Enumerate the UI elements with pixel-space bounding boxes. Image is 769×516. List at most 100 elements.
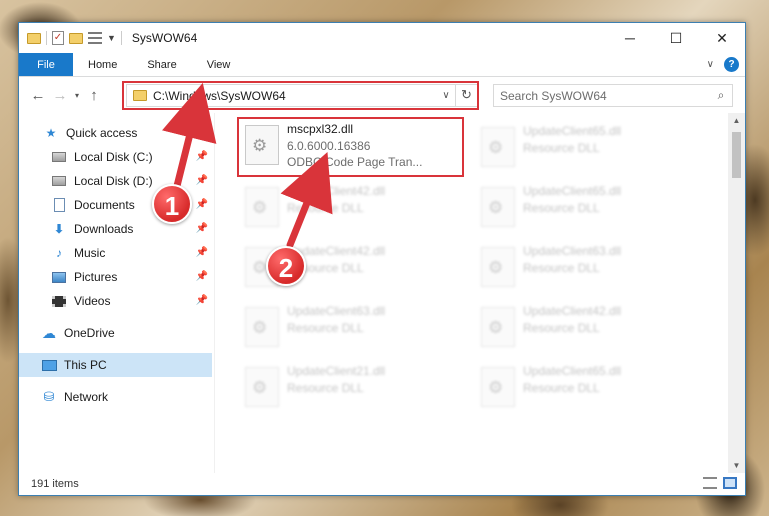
window-controls: ─ ☐ ✕ (607, 23, 745, 53)
toolbar-divider (46, 31, 47, 45)
file-type: Resource DLL (523, 261, 600, 275)
search-box[interactable]: Search SysWOW64 ⌕ (493, 84, 733, 107)
minimize-button[interactable]: ─ (607, 23, 653, 53)
sidebar-item-pictures[interactable]: Pictures 📌 (19, 265, 212, 289)
close-button[interactable]: ✕ (699, 23, 745, 53)
file-type: Resource DLL (523, 381, 600, 395)
navigation-pane: ★ Quick access Local Disk (C:) 📌 Local D… (19, 113, 214, 473)
sidebar-item-label: Local Disk (D:) (74, 174, 153, 188)
search-input[interactable]: Search SysWOW64 (500, 89, 710, 103)
file-type: Resource DLL (287, 201, 364, 215)
disk-icon (51, 174, 67, 188)
file-type: Resource DLL (523, 201, 600, 215)
file-item[interactable]: UpdateClient63.dll Resource DLL (477, 241, 707, 301)
file-type: Resource DLL (287, 381, 364, 395)
folder-icon (27, 32, 41, 44)
large-icons-view-icon[interactable] (723, 477, 737, 489)
sidebar-item-label: Music (74, 246, 106, 260)
maximize-button[interactable]: ☐ (653, 23, 699, 53)
this-pc-icon (41, 358, 57, 372)
sidebar-item-label: Pictures (74, 270, 118, 284)
toolbar-divider (120, 31, 122, 45)
dll-file-icon (245, 367, 279, 407)
file-item[interactable]: UpdateClient42.dll Resource DLL (477, 301, 707, 361)
sidebar-item-quick-access[interactable]: ★ Quick access (19, 121, 212, 145)
dll-file-icon (481, 307, 515, 347)
file-name: UpdateClient65.dll (523, 184, 622, 198)
file-item[interactable]: UpdateClient65.dll Resource DLL (477, 181, 707, 241)
expand-ribbon-icon[interactable]: ∨ (707, 59, 714, 70)
file-type: Resource DLL (523, 321, 600, 335)
file-name: UpdateClient63.dll (287, 304, 386, 318)
up-button[interactable]: ↑ (83, 87, 105, 104)
sidebar-item-label: Quick access (66, 126, 138, 140)
sidebar-item-label: Local Disk (C:) (74, 150, 153, 164)
sidebar-item-onedrive[interactable]: ☁ OneDrive (19, 321, 212, 345)
pictures-icon (51, 270, 67, 284)
forward-button[interactable]: → (49, 87, 71, 104)
pin-icon[interactable]: 📌 (196, 247, 208, 258)
window-title: SysWOW64 (131, 31, 198, 45)
back-button[interactable]: ← (27, 87, 49, 104)
pin-icon[interactable]: 📌 (196, 271, 208, 282)
file-name: UpdateClient42.dll (287, 184, 386, 198)
sidebar-item-local-disk-c[interactable]: Local Disk (C:) 📌 (19, 145, 212, 169)
pin-icon[interactable]: 📌 (196, 199, 208, 210)
sidebar-item-this-pc[interactable]: This PC (19, 353, 212, 377)
properties-icon[interactable]: ✓ (52, 31, 64, 45)
customize-list-icon[interactable] (88, 32, 102, 44)
sidebar-item-music[interactable]: ♪ Music 📌 (19, 241, 212, 265)
ribbon-controls: ∨ ? (707, 57, 739, 72)
step-2-badge: 2 (266, 246, 306, 286)
dll-file-icon (481, 247, 515, 287)
pin-icon[interactable]: 📌 (196, 175, 208, 186)
scroll-thumb[interactable] (732, 132, 741, 178)
disk-icon (51, 150, 67, 164)
pane-divider (214, 113, 215, 473)
pin-icon[interactable]: 📌 (196, 151, 208, 162)
file-item[interactable]: UpdateClient63.dll Resource DLL (241, 301, 471, 361)
vertical-scrollbar[interactable]: ▲ ▼ (728, 113, 745, 473)
title-bar: ✓ ▼ SysWOW64 ─ ☐ ✕ (19, 23, 745, 53)
new-folder-icon[interactable] (69, 32, 83, 44)
dll-file-icon (245, 307, 279, 347)
pin-icon[interactable]: 📌 (196, 295, 208, 306)
file-name: UpdateClient63.dll (523, 244, 622, 258)
search-icon[interactable]: ⌕ (710, 88, 732, 103)
scroll-down-icon[interactable]: ▼ (728, 458, 745, 473)
sidebar-item-label: Network (64, 390, 109, 404)
downloads-icon: ⬇ (53, 222, 65, 236)
ribbon-tabs: File Home Share View ∨ ? (19, 53, 745, 77)
file-item[interactable]: UpdateClient65.dll Resource DLL (477, 361, 707, 421)
dll-file-icon (245, 187, 279, 227)
status-bar: 191 items (19, 473, 745, 495)
star-icon: ★ (45, 126, 57, 140)
sidebar-item-network[interactable]: ⛁ Network (19, 385, 212, 409)
file-item[interactable]: UpdateClient42.dll Resource DLL (241, 181, 471, 241)
file-item[interactable]: UpdateClient21.dll Resource DLL (241, 361, 471, 421)
help-icon[interactable]: ? (724, 57, 739, 72)
address-highlight-box (122, 81, 479, 110)
customize-dropdown-icon[interactable]: ▼ (107, 33, 116, 43)
details-view-icon[interactable] (703, 477, 717, 489)
tab-view[interactable]: View (192, 53, 246, 76)
tab-home[interactable]: Home (73, 53, 132, 76)
sidebar-item-label: This PC (64, 358, 107, 372)
scroll-up-icon[interactable]: ▲ (728, 113, 745, 128)
file-explorer-window: ✓ ▼ SysWOW64 ─ ☐ ✕ File Home Share View … (18, 22, 746, 496)
file-item[interactable]: UpdateClient65.dll Resource DLL (477, 121, 707, 181)
pin-icon[interactable]: 📌 (196, 223, 208, 234)
onedrive-icon: ☁ (42, 324, 56, 341)
dll-file-icon (481, 187, 515, 227)
network-icon: ⛁ (43, 389, 55, 404)
tab-share[interactable]: Share (132, 53, 191, 76)
view-toggle (703, 477, 737, 489)
videos-icon (51, 294, 67, 308)
sidebar-item-label: OneDrive (64, 326, 115, 340)
file-name: UpdateClient65.dll (523, 364, 622, 378)
file-type: Resource DLL (287, 321, 364, 335)
recent-locations-button[interactable]: ▾ (71, 91, 83, 100)
sidebar-item-videos[interactable]: Videos 📌 (19, 289, 212, 313)
navigation-bar: ← → ▾ ↑ C:\Windows\SysWOW64 ∨ ↻ Search S… (19, 77, 745, 113)
tab-file[interactable]: File (19, 53, 73, 76)
